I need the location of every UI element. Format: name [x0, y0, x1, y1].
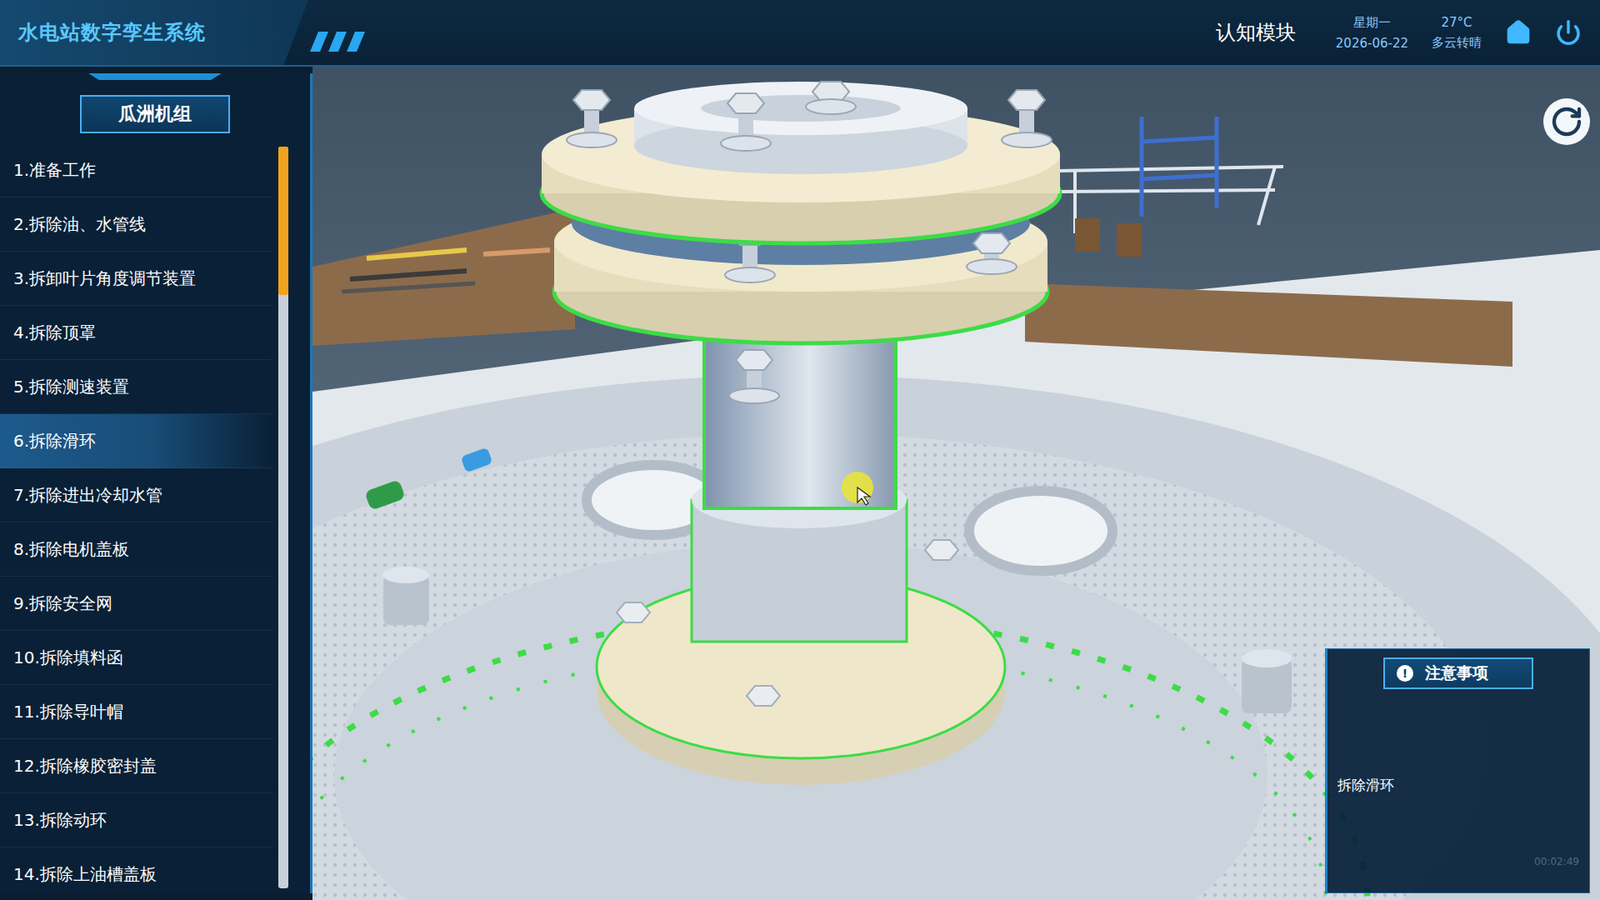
bolt — [1001, 90, 1052, 148]
weather: 多云转晴 — [1431, 35, 1482, 51]
step-item[interactable]: 1.准备工作 — [0, 143, 274, 198]
step-item[interactable]: 8.拆除电机盖板 — [0, 522, 274, 577]
step-item[interactable]: 12.拆除橡胶密封盖 — [0, 739, 274, 794]
step-item[interactable]: 13.拆除动环 — [0, 793, 274, 848]
step-item[interactable]: 4.拆除顶罩 — [0, 305, 274, 360]
nut — [616, 602, 650, 623]
step-item[interactable]: 10.拆除填料函 — [0, 630, 274, 685]
viewport[interactable]: !注意事项拆除滑环00:02:49 — [312, 66, 1600, 900]
date-info: 星期一 2026-06-22 — [1335, 15, 1409, 51]
bolt — [966, 233, 1017, 275]
tools — [341, 250, 550, 292]
shelf — [1141, 116, 1217, 217]
unit-title[interactable]: 瓜洲机组 — [80, 95, 230, 134]
bolt — [805, 81, 856, 115]
wood-board — [312, 208, 575, 346]
step-item[interactable]: 7.拆除进出冷却水管 — [0, 468, 274, 523]
date: 2026-06-22 — [1335, 35, 1409, 51]
notes-time: 00:02:49 — [1337, 855, 1580, 885]
weather-info: 27°C 多云转晴 — [1431, 15, 1482, 51]
notes-title: !注意事项 — [1383, 657, 1534, 690]
sidebar: 瓜洲机组 1.准备工作2.拆除油、水管线3.拆卸叶片角度调节装置4.拆除顶罩5.拆… — [0, 73, 313, 894]
pipe — [364, 447, 493, 511]
bolt — [729, 350, 780, 404]
weekday: 星期一 — [1353, 15, 1391, 31]
slashes-icon — [298, 0, 374, 67]
title-block: 水电站数字孪生系统 — [0, 0, 309, 65]
shaft — [704, 333, 896, 509]
nut — [746, 685, 780, 706]
step-item[interactable]: 2.拆除油、水管线 — [0, 197, 274, 252]
notes-panel: !注意事项拆除滑环00:02:49 — [1325, 648, 1590, 894]
wood-board — [1025, 283, 1513, 367]
power-icon — [1555, 19, 1582, 46]
bolt — [720, 93, 771, 151]
hole — [969, 490, 1113, 571]
step-item[interactable]: 11.拆除导叶帽 — [0, 685, 274, 740]
step-item[interactable]: 14.拆除上油槽盖板 — [0, 847, 274, 894]
cursor — [841, 471, 874, 505]
reset-view-button[interactable] — [1543, 98, 1590, 145]
turbine-cover — [312, 375, 1600, 900]
step-item[interactable]: 3.拆卸叶片角度调节装置 — [0, 251, 274, 306]
app: 水电站数字孪生系统 认知模块 星期一 2026-06-22 27°C 多云转晴瓜洲机组 1.… — [0, 0, 1600, 900]
nut — [925, 540, 959, 560]
notes-content: 拆除滑环 — [1337, 689, 1580, 856]
sidebar-decor — [88, 73, 222, 80]
step-item[interactable]: 9.拆除安全网 — [0, 576, 274, 631]
home-button[interactable] — [1505, 19, 1532, 46]
power-button[interactable] — [1555, 19, 1582, 46]
top-bar: 水电站数字孪生系统 认知模块 星期一 2026-06-22 27°C 多云转晴 — [0, 0, 1600, 67]
scrollbar[interactable] — [278, 146, 289, 889]
step-list: 1.准备工作2.拆除油、水管线3.拆卸叶片角度调节装置4.拆除顶罩5.拆除测速装… — [0, 143, 274, 894]
refresh-icon — [1550, 105, 1584, 139]
app-title: 水电站数字孪生系统 — [18, 19, 206, 46]
step-item[interactable]: 5.拆除测速装置 — [0, 360, 274, 415]
bolt — [566, 90, 617, 148]
home-icon — [1505, 19, 1532, 46]
temperature: 27°C — [1440, 15, 1472, 30]
info-icon: ! — [1396, 665, 1414, 682]
scroll-thumb[interactable] — [278, 146, 289, 295]
step-item[interactable]: 6.拆除滑环 — [0, 414, 274, 469]
module-label[interactable]: 认知模块 — [1215, 19, 1296, 46]
